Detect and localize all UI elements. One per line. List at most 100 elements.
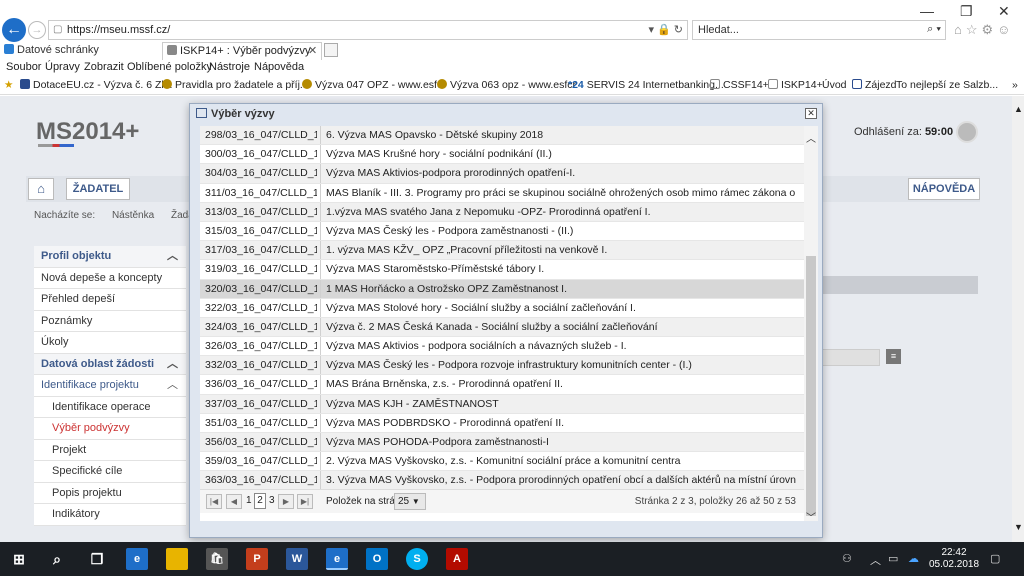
next-page-icon[interactable]: ▶ <box>278 494 294 509</box>
url-field[interactable]: ▢ https://mseu.mssf.cz/ ▾ 🔒 ↻ <box>48 20 688 40</box>
search-icon[interactable]: ⌕ ▾ <box>927 23 941 36</box>
table-row[interactable]: 324/03_16_047/CLLD_15_... Výzva č. 2 MAS … <box>200 317 804 338</box>
table-row[interactable]: 359/03_16_047/CLLD_16_... 2. Výzva MAS Vy… <box>200 452 804 472</box>
chevron-down-icon[interactable]: ﹀ <box>806 509 816 524</box>
menu-zobrazit[interactable]: Zobrazit <box>84 61 124 73</box>
tab-iskp[interactable]: ISKP14+ : Výběr podvýzvy <box>162 42 322 60</box>
table-row[interactable]: 311/03_16_047/CLLD_15_... MAS Blaník - II… <box>200 183 804 203</box>
fav-item[interactable]: Výzva 047 OPZ - www.esfcr <box>302 79 446 91</box>
search-input[interactable]: Hledat... ⌕ ▾ <box>692 20 946 40</box>
table-row[interactable]: 332/03_16_047/CLLD_15_... Výzva MAS Český… <box>200 356 804 376</box>
chevron-up-icon[interactable]: ︿ <box>167 246 178 267</box>
sidebar-item-nova-depese[interactable]: Nová depeše a koncepty <box>34 267 186 289</box>
fav-item[interactable]: To nejlepší ze Salzb... <box>896 79 998 91</box>
sidebar-profil-objektu[interactable]: Profil objektu ︿ <box>34 246 186 268</box>
acrobat-icon[interactable]: A <box>446 548 468 570</box>
notifications-icon[interactable]: ▢ <box>990 552 1000 565</box>
menu-oblibene[interactable]: Oblíbené položky <box>127 61 212 73</box>
table-row[interactable]: 319/03_16_047/CLLD_16_... Výzva MAS Staro… <box>200 260 804 280</box>
more-favorites-icon[interactable]: » <box>1012 79 1018 91</box>
new-tab-icon[interactable] <box>324 43 338 57</box>
sidebar-item-ukoly[interactable]: Úkoly <box>34 332 186 354</box>
sidebar-item-poznamky[interactable]: Poznámky <box>34 310 186 332</box>
chevron-up-icon[interactable]: ︿ <box>167 375 178 396</box>
sidebar-item-vyber-podvyzvy[interactable]: Výběr podvýzvy <box>34 418 186 440</box>
table-row[interactable]: 304/03_16_047/CLLD_16_... Výzva MAS Aktiv… <box>200 164 804 184</box>
page-scrollbar[interactable]: ▲ ▼ <box>1012 96 1024 542</box>
sidebar-item-popis-projektu[interactable]: Popis projektu <box>34 482 186 504</box>
tab-datove-schranky[interactable]: Datové schránky <box>0 42 160 60</box>
prev-page-icon[interactable]: ◀ <box>226 494 242 509</box>
logout-power-icon[interactable] <box>956 121 978 143</box>
sidebar-identifikace-projektu[interactable]: Identifikace projektu ︿ <box>34 375 186 397</box>
scroll-up-icon[interactable]: ▲ <box>1014 104 1023 114</box>
clock[interactable]: 22:42 05.02.2018 <box>926 547 982 571</box>
powerpoint-icon[interactable]: P <box>246 548 268 570</box>
internet-explorer-icon[interactable]: e <box>326 548 348 570</box>
store-icon[interactable]: 🛍 <box>206 548 228 570</box>
close-window-icon[interactable]: ✕ <box>998 3 1010 20</box>
refresh-icon[interactable]: ▾ 🔒 ↻ <box>648 23 683 36</box>
zadatel-button[interactable]: ŽADATEL <box>66 178 130 200</box>
skype-icon[interactable]: S <box>406 548 428 570</box>
outlook-icon[interactable]: O <box>366 548 388 570</box>
table-row[interactable]: 322/03_16_047/CLLD_16_... Výzva MAS Stolo… <box>200 298 804 318</box>
home-icon[interactable]: ⌂☆⚙☺ <box>954 22 1014 38</box>
scroll-thumb[interactable] <box>806 256 816 516</box>
forward-arrow-icon[interactable]: → <box>28 21 46 39</box>
table-row[interactable]: 313/03_16_047/CLLD_16_... 1.výzva MAS sva… <box>200 202 804 222</box>
fav-item[interactable]: Úvod <box>822 79 847 91</box>
tab-close-icon[interactable]: ✕ <box>308 44 317 57</box>
windows-start-icon[interactable]: ⊞ <box>8 548 30 570</box>
scroll-down-icon[interactable]: ▼ <box>1014 522 1023 532</box>
table-row[interactable]: 300/03_16_047/CLLD_16_... Výzva MAS Krušn… <box>200 145 804 165</box>
table-row[interactable]: 356/03_16_047/CLLD_16_... Výzva MAS POHOD… <box>200 433 804 453</box>
napoveda-button[interactable]: NÁPOVĚDA <box>908 178 980 200</box>
page-1-link[interactable]: 1 <box>246 495 252 506</box>
fav-item[interactable]: DotaceEU.cz - Výzva č. 6 Zl... <box>20 79 172 91</box>
task-view-icon[interactable]: ❐ <box>86 548 108 570</box>
back-arrow-icon[interactable]: ← <box>2 18 26 42</box>
per-page-select[interactable]: 25 ▼ <box>394 493 426 510</box>
table-row[interactable]: 298/03_16_047/CLLD_15_... 6. Výzva MAS Op… <box>200 126 804 146</box>
fav-item[interactable]: CSSF14+ <box>710 79 769 91</box>
word-icon[interactable]: W <box>286 548 308 570</box>
table-row[interactable]: 363/03_16_047/CLLD_16_... 3. Výzva MAS Vy… <box>200 471 804 491</box>
list-icon[interactable]: ≡ <box>886 349 901 364</box>
favorites-star-icon[interactable]: ★ <box>4 79 13 91</box>
menu-napoveda[interactable]: Nápověda <box>254 61 304 73</box>
file-explorer-icon[interactable] <box>166 548 188 570</box>
fav-item[interactable]: Výzva 063 opz - www.esfcr <box>437 79 576 91</box>
menu-nastroje[interactable]: Nástroje <box>209 61 250 73</box>
sidebar-item-projekt[interactable]: Projekt <box>34 439 186 461</box>
table-row[interactable]: 317/03_16_047/CLLD_16_... 1. výzva MAS KŽ… <box>200 241 804 261</box>
people-icon[interactable]: ⚇ <box>842 552 852 565</box>
onedrive-icon[interactable]: ☁ <box>908 552 919 565</box>
sidebar-item-prehled-depesi[interactable]: Přehled depeší <box>34 289 186 311</box>
table-row[interactable]: 315/03_16_047/CLLD_15_... Výzva MAS Český… <box>200 221 804 242</box>
home-button[interactable]: ⌂ <box>28 178 54 200</box>
background-input[interactable] <box>822 349 880 366</box>
sidebar-item-indikatory[interactable]: Indikátory <box>34 504 186 526</box>
sidebar-item-specificke-cile[interactable]: Specifické cíle <box>34 461 186 483</box>
fav-item[interactable]: Zájezd <box>852 79 897 91</box>
restore-icon[interactable]: ❐ <box>960 3 973 20</box>
first-page-icon[interactable]: |◀ <box>206 494 222 509</box>
minimize-icon[interactable]: — <box>920 3 934 19</box>
search-icon[interactable]: ⌕ <box>46 548 68 570</box>
grid-scrollbar[interactable]: ︿ ﹀ <box>804 126 818 524</box>
table-row[interactable]: 337/03_16_047/CLLD_17_... Výzva MAS KJH -… <box>200 394 804 414</box>
sidebar-datova-oblast[interactable]: Datová oblast žádosti ︿ <box>34 353 186 375</box>
table-row[interactable]: 326/03_16_047/CLLD_16_... Výzva MAS Aktiv… <box>200 337 804 357</box>
chevron-up-icon[interactable]: ︿ <box>167 354 178 375</box>
table-row[interactable]: 336/03_16_047/CLLD_16_... MAS Brána Brněn… <box>200 375 804 395</box>
fav-item[interactable]: *24 SERVIS 24 Internetbanking... <box>568 79 724 91</box>
table-row[interactable]: 351/03_16_047/CLLD_16_... Výzva MAS PODBR… <box>200 413 804 433</box>
chevron-up-icon[interactable]: ︿ <box>806 130 816 145</box>
breadcrumb-nastenka[interactable]: Nástěnka <box>112 210 154 221</box>
edge-icon[interactable]: e <box>126 548 148 570</box>
close-icon[interactable]: ✕ <box>805 108 817 119</box>
fav-item[interactable]: Pravidla pro žadatele a příj... <box>162 79 309 91</box>
sidebar-item-identifikace-operace[interactable]: Identifikace operace <box>34 396 186 418</box>
battery-icon[interactable]: ▭ <box>888 552 898 565</box>
